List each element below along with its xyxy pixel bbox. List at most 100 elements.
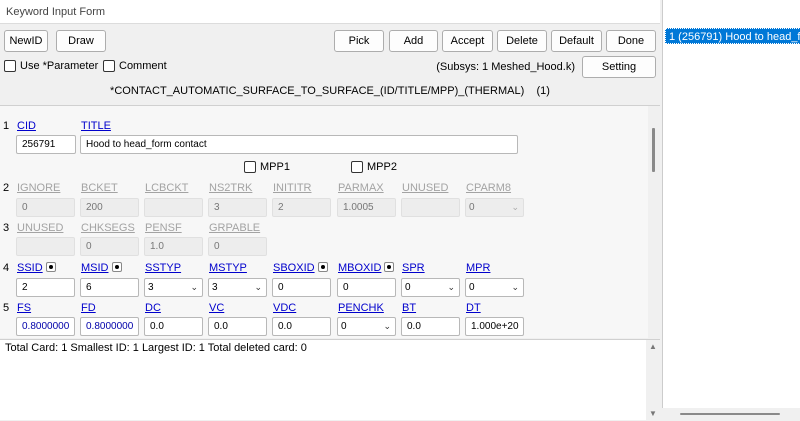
field-label-fs[interactable]: FS bbox=[17, 302, 31, 314]
field-label-bcket: BCKET bbox=[81, 182, 118, 194]
mstyp-select[interactable]: 3 ⌄ bbox=[208, 278, 267, 297]
bcket-input[interactable]: 200 bbox=[80, 198, 139, 217]
field-label-dt[interactable]: DT bbox=[466, 302, 481, 314]
checkbox-box[interactable] bbox=[103, 60, 115, 72]
checkbox-box[interactable] bbox=[351, 161, 363, 173]
field-label-vdc[interactable]: VDC bbox=[273, 302, 296, 314]
ignore-input[interactable]: 0 bbox=[16, 198, 75, 217]
field-label-fd[interactable]: FD bbox=[81, 302, 96, 314]
field-label-inititr: INITITR bbox=[273, 182, 312, 194]
field-label-sstyp[interactable]: SSTYP bbox=[145, 262, 181, 274]
field-label-penchk[interactable]: PENCHK bbox=[338, 302, 384, 314]
field-label-mpr[interactable]: MPR bbox=[466, 262, 490, 274]
checkbox-box[interactable] bbox=[244, 161, 256, 173]
scrollbar-thumb[interactable] bbox=[680, 413, 780, 415]
cparm8-select[interactable]: 0 ⌄ bbox=[465, 198, 524, 217]
sboxid-input[interactable]: 0 bbox=[272, 278, 331, 297]
field-label-bt[interactable]: BT bbox=[402, 302, 416, 314]
field-label-title[interactable]: TITLE bbox=[81, 120, 111, 132]
field-label-spr[interactable]: SPR bbox=[402, 262, 425, 274]
sstyp-select[interactable]: 3 ⌄ bbox=[144, 278, 203, 297]
vdc-input[interactable]: 0.0 bbox=[272, 317, 331, 336]
mpp2-checkbox[interactable]: MPP2 bbox=[351, 161, 397, 173]
card-number: 4 bbox=[3, 262, 10, 274]
field-label-parmax: PARMAX bbox=[338, 182, 384, 194]
pick-icon[interactable] bbox=[45, 262, 56, 272]
card-number: 2 bbox=[3, 182, 10, 194]
chksegs-input[interactable]: 0 bbox=[80, 237, 139, 256]
card-number: 3 bbox=[3, 222, 10, 234]
newid-button[interactable]: NewID bbox=[4, 30, 48, 52]
accept-button[interactable]: Accept bbox=[442, 30, 493, 52]
sstyp-value: 3 bbox=[148, 282, 154, 293]
unused-input[interactable] bbox=[16, 237, 75, 256]
fd-input[interactable]: 0.8000000 bbox=[80, 317, 139, 336]
ssid-input[interactable]: 2 bbox=[16, 278, 75, 297]
form-scrollbar[interactable] bbox=[648, 106, 660, 339]
scroll-up-icon[interactable]: ▲ bbox=[649, 342, 657, 351]
ns2trk-input[interactable]: 3 bbox=[208, 198, 267, 217]
delete-button[interactable]: Delete bbox=[497, 30, 547, 52]
done-button[interactable]: Done bbox=[606, 30, 656, 52]
inititr-input[interactable]: 2 bbox=[272, 198, 331, 217]
subsys-label: (Subsys: 1 Meshed_Hood.k) bbox=[436, 61, 575, 73]
mstyp-value: 3 bbox=[212, 282, 218, 293]
chevron-down-icon: ⌄ bbox=[447, 282, 455, 292]
field-label-mboxid[interactable]: MBOXID bbox=[338, 262, 395, 274]
pick-button[interactable]: Pick bbox=[334, 30, 384, 52]
penchk-select[interactable]: 0 ⌄ bbox=[337, 317, 396, 336]
fs-input[interactable]: 0.8000000 bbox=[16, 317, 75, 336]
checkbox-box[interactable] bbox=[4, 60, 16, 72]
dc-input[interactable]: 0.0 bbox=[144, 317, 203, 336]
field-label-dc[interactable]: DC bbox=[145, 302, 161, 314]
card-number: 1 bbox=[3, 120, 10, 132]
msid-input[interactable]: 6 bbox=[80, 278, 139, 297]
list-item[interactable]: 1 (256791) Hood to head_form contact bbox=[665, 28, 800, 44]
comment-checkbox[interactable]: Comment bbox=[103, 60, 167, 72]
keyword-list-panel: 1 (256791) Hood to head_form contact bbox=[662, 0, 800, 420]
field-label-chksegs: CHKSEGS bbox=[81, 222, 135, 234]
use-parameter-checkbox[interactable]: Use *Parameter bbox=[4, 60, 98, 72]
window-title: Keyword Input Form bbox=[0, 0, 660, 24]
lcbckt-input[interactable] bbox=[144, 198, 203, 217]
bt-input[interactable]: 0.0 bbox=[401, 317, 460, 336]
draw-button[interactable]: Draw bbox=[56, 30, 106, 52]
penchk-value: 0 bbox=[341, 321, 347, 332]
spr-select[interactable]: 0 ⌄ bbox=[401, 278, 460, 297]
mpp1-checkbox[interactable]: MPP1 bbox=[244, 161, 290, 173]
status-scrollbar[interactable]: ▲ ▼ bbox=[646, 340, 660, 421]
vc-input[interactable]: 0.0 bbox=[208, 317, 267, 336]
field-label-ssid[interactable]: SSID bbox=[17, 262, 56, 274]
title-input[interactable]: Hood to head_form contact bbox=[80, 135, 518, 154]
keyword-count: (1) bbox=[536, 85, 550, 97]
card-number: 5 bbox=[3, 302, 10, 314]
default-button[interactable]: Default bbox=[551, 30, 602, 52]
list-horizontal-scrollbar[interactable] bbox=[662, 408, 800, 420]
keyword-title: *CONTACT_AUTOMATIC_SURFACE_TO_SURFACE_(I… bbox=[0, 85, 660, 97]
cparm8-value: 0 bbox=[469, 202, 475, 213]
grpable-input[interactable]: 0 bbox=[208, 237, 267, 256]
pick-icon[interactable] bbox=[111, 262, 122, 272]
sboxid-label: SBOXID bbox=[273, 262, 315, 274]
parmax-input[interactable]: 1.0005 bbox=[337, 198, 396, 217]
setting-button[interactable]: Setting bbox=[582, 56, 656, 78]
field-label-vc[interactable]: VC bbox=[209, 302, 224, 314]
dt-input[interactable]: 1.000e+20 bbox=[465, 317, 524, 336]
field-label-sboxid[interactable]: SBOXID bbox=[273, 262, 328, 274]
pick-icon[interactable] bbox=[317, 262, 328, 272]
mpr-select[interactable]: 0 ⌄ bbox=[465, 278, 524, 297]
unused-input[interactable] bbox=[401, 198, 460, 217]
field-label-ignore: IGNORE bbox=[17, 182, 61, 194]
field-label-unused: UNUSED bbox=[402, 182, 449, 194]
field-label-msid[interactable]: MSID bbox=[81, 262, 122, 274]
field-label-cid[interactable]: CID bbox=[17, 120, 36, 132]
keyword-form-area: 1 CID TITLE 256791 Hood to head_form con… bbox=[0, 105, 660, 339]
scrollbar-thumb[interactable] bbox=[652, 128, 655, 172]
pensf-input[interactable]: 1.0 bbox=[144, 237, 203, 256]
field-label-mstyp[interactable]: MSTYP bbox=[209, 262, 247, 274]
scroll-down-icon[interactable]: ▼ bbox=[649, 409, 657, 418]
pick-icon[interactable] bbox=[384, 262, 395, 272]
add-button[interactable]: Add bbox=[389, 30, 438, 52]
mboxid-input[interactable]: 0 bbox=[337, 278, 396, 297]
cid-input[interactable]: 256791 bbox=[16, 135, 76, 154]
